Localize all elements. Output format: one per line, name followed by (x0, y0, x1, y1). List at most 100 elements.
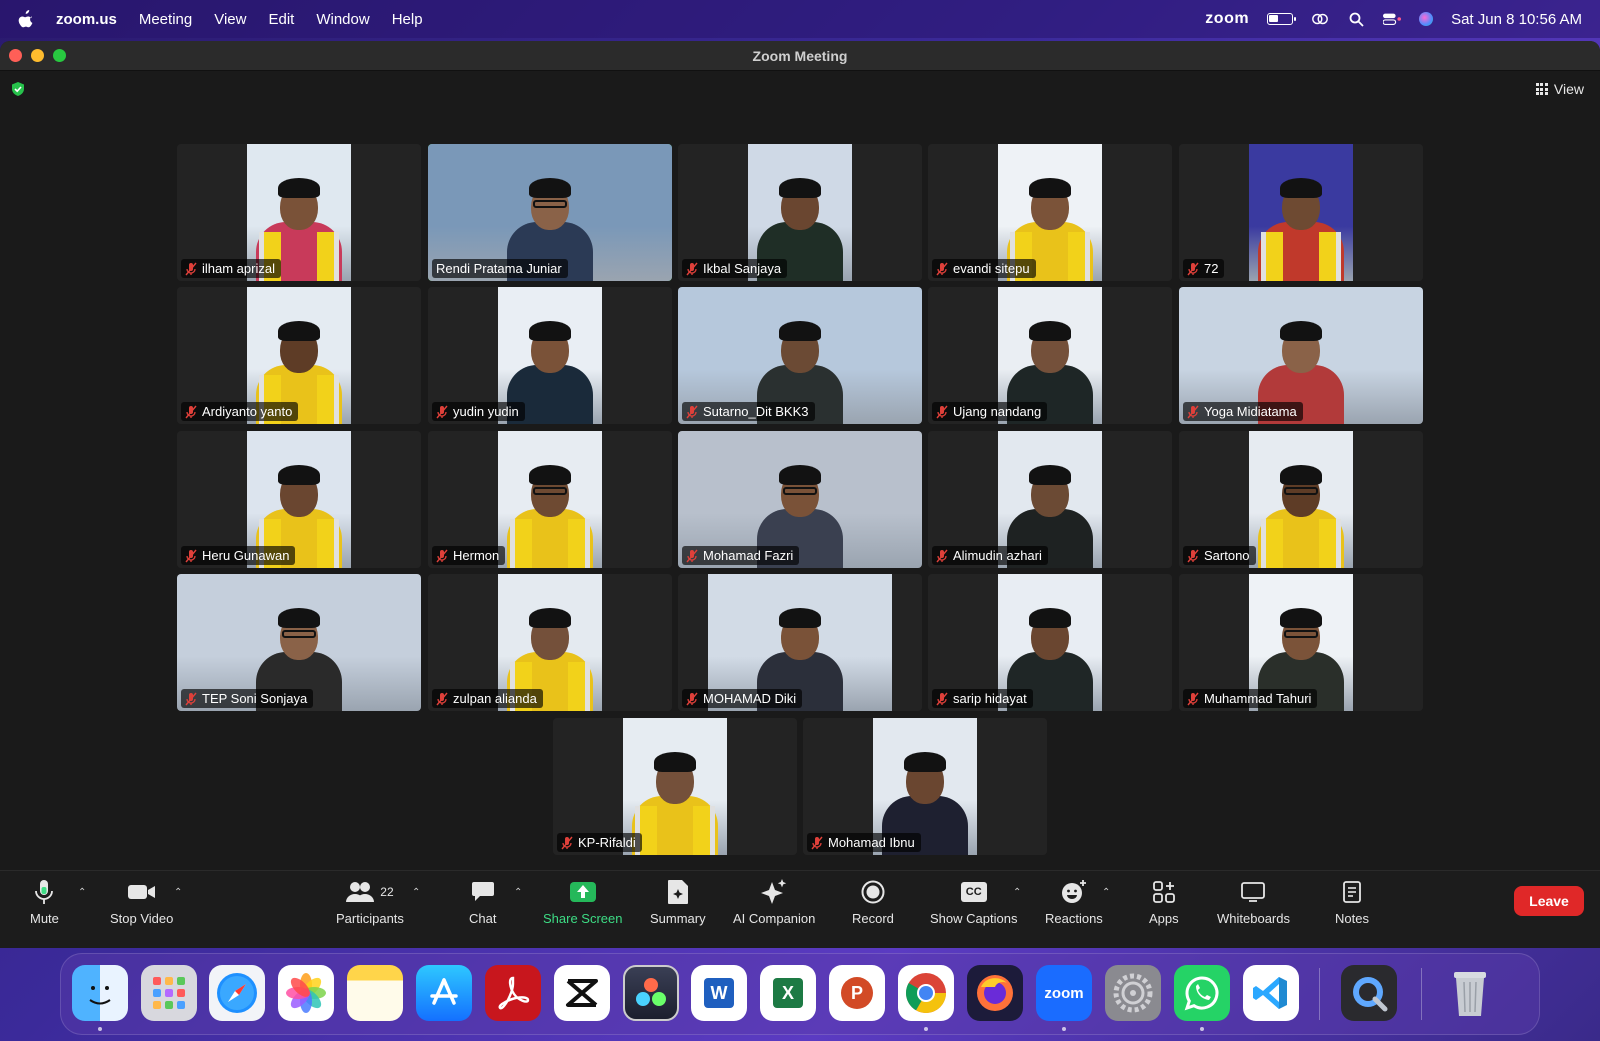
dock-separator (1421, 968, 1422, 1020)
dock-safari-icon[interactable] (209, 965, 265, 1021)
chat-button[interactable]: Chat (469, 877, 496, 926)
participant-name-label: Sartono (1183, 546, 1256, 565)
zoom-status-item[interactable]: zoom (1205, 10, 1249, 28)
participant-tile[interactable]: zulpan alianda (428, 574, 672, 711)
menu-window[interactable]: Window (316, 11, 369, 28)
apps-button[interactable]: Apps (1149, 877, 1179, 926)
participant-name: Sartono (1204, 548, 1250, 563)
participant-tile[interactable]: Muhammad Tahuri (1179, 574, 1423, 711)
ai-companion-button[interactable]: AI Companion (733, 877, 815, 926)
dock-launchpad-icon[interactable] (141, 965, 197, 1021)
participant-tile[interactable]: Hermon (428, 431, 672, 568)
mute-button[interactable]: Mute (30, 877, 59, 926)
reactions-smiley-icon (1060, 877, 1088, 907)
chat-options-chevron-icon[interactable]: ⌃ (514, 887, 522, 898)
menu-meeting[interactable]: Meeting (139, 11, 192, 28)
whiteboards-label: Whiteboards (1217, 911, 1290, 926)
participant-tile[interactable]: TEP Soni Sonjaya (177, 574, 421, 711)
participant-tile[interactable]: evandi sitepu (928, 144, 1172, 281)
record-button[interactable]: Record (852, 877, 894, 926)
audio-options-chevron-icon[interactable]: ⌃ (78, 887, 86, 898)
gallery-view: View ilham aprizal Rendi Pratama Juniar Ik… (0, 71, 1600, 870)
participants-button[interactable]: 22 Participants (336, 877, 404, 926)
menu-help[interactable]: Help (392, 11, 423, 28)
apps-label: Apps (1149, 911, 1179, 926)
show-captions-button[interactable]: CC Show Captions (930, 877, 1017, 926)
record-icon (861, 877, 885, 907)
participant-tile[interactable]: Rendi Pratama Juniar (428, 144, 672, 281)
dock-excel-icon[interactable]: X (760, 965, 816, 1021)
stop-video-button[interactable]: Stop Video (110, 877, 173, 926)
participants-icon: 22 (346, 877, 394, 907)
dock-vscode-icon[interactable] (1243, 965, 1299, 1021)
dock-trash-icon[interactable] (1442, 965, 1498, 1021)
participant-tile[interactable]: Yoga Midiatama (1179, 287, 1423, 424)
participant-name: Rendi Pratama Juniar (436, 261, 562, 276)
participant-name-label: Muhammad Tahuri (1183, 689, 1318, 708)
captions-options-chevron-icon[interactable]: ⌃ (1013, 887, 1021, 898)
menu-edit[interactable]: Edit (268, 11, 294, 28)
muted-microphone-icon (936, 549, 948, 562)
participant-tile[interactable]: KP-Rifaldi (553, 718, 797, 855)
participant-tile[interactable]: Heru Gunawan (177, 431, 421, 568)
menubar-clock[interactable]: Sat Jun 8 10:56 AM (1451, 11, 1582, 28)
dock-notes-icon[interactable] (347, 965, 403, 1021)
control-center-icon[interactable] (1383, 12, 1402, 26)
apple-icon[interactable] (18, 10, 34, 28)
participant-tile[interactable]: MOHAMAD Diki (678, 574, 922, 711)
view-button[interactable]: View (1535, 81, 1584, 97)
dock-whatsapp-icon[interactable] (1174, 965, 1230, 1021)
dock-word-icon[interactable]: W (691, 965, 747, 1021)
muted-microphone-icon (185, 262, 197, 275)
participant-tile[interactable]: Ardiyanto yanto (177, 287, 421, 424)
powerpoint-badge: P (841, 977, 873, 1009)
participant-tile[interactable]: Mohamad Fazri (678, 431, 922, 568)
participant-tile[interactable]: Sutarno_Dit BKK3 (678, 287, 922, 424)
participant-tile[interactable]: Ujang nandang (928, 287, 1172, 424)
dock-finder-icon[interactable] (72, 965, 128, 1021)
participant-tile[interactable]: Sartono (1179, 431, 1423, 568)
dock-zoom-icon[interactable]: zoom (1036, 965, 1092, 1021)
battery-icon[interactable] (1267, 13, 1297, 25)
summary-button[interactable]: Summary (650, 877, 706, 926)
participant-tile[interactable]: sarip hidayat (928, 574, 1172, 711)
dock-powerpoint-icon[interactable]: P (829, 965, 885, 1021)
dock-capcut-icon[interactable] (554, 965, 610, 1021)
app-menu[interactable]: zoom.us (56, 11, 117, 28)
dock-running-indicator (1200, 1027, 1204, 1031)
security-shield-icon[interactable] (10, 81, 26, 97)
meeting-controls: Mute ⌃ Stop Video ⌃ 22 Participants ⌃ Ch… (0, 870, 1600, 948)
dock-quicktime-icon[interactable] (1341, 965, 1397, 1021)
participants-label: Participants (336, 911, 404, 926)
reactions-button[interactable]: Reactions (1045, 877, 1103, 926)
dock-firefox-icon[interactable] (967, 965, 1023, 1021)
notes-button[interactable]: Notes (1335, 877, 1369, 926)
menu-view[interactable]: View (214, 11, 246, 28)
siri-icon[interactable] (1419, 12, 1434, 26)
macos-dock: W X P zoom (60, 953, 1540, 1035)
participant-tile[interactable]: 72 (1179, 144, 1423, 281)
dock-acrobat-icon[interactable] (485, 965, 541, 1021)
spotlight-search-icon[interactable] (1347, 12, 1365, 27)
dock-system-settings-icon[interactable] (1105, 965, 1161, 1021)
dock-chrome-icon[interactable] (898, 965, 954, 1021)
reactions-options-chevron-icon[interactable]: ⌃ (1102, 887, 1110, 898)
participant-tile[interactable]: Ikbal Sanjaya (678, 144, 922, 281)
chat-bubble-icon (471, 877, 495, 907)
dock-app-store-icon[interactable] (416, 965, 472, 1021)
whiteboards-button[interactable]: Whiteboards (1217, 877, 1290, 926)
participant-tile[interactable]: Alimudin azhari (928, 431, 1172, 568)
participant-tile[interactable]: ilham aprizal (177, 144, 421, 281)
participant-name: sarip hidayat (953, 691, 1027, 706)
participant-tile[interactable]: Mohamad Ibnu (803, 718, 1047, 855)
video-options-chevron-icon[interactable]: ⌃ (174, 887, 182, 898)
muted-microphone-icon (936, 262, 948, 275)
share-screen-button[interactable]: Share Screen (543, 877, 623, 926)
participants-options-chevron-icon[interactable]: ⌃ (412, 887, 420, 898)
dock-davinci-resolve-icon[interactable] (623, 965, 679, 1021)
grid-icon (1535, 83, 1548, 95)
dock-photos-icon[interactable] (278, 965, 334, 1021)
leave-button[interactable]: Leave (1514, 886, 1584, 916)
participant-tile[interactable]: yudin yudin (428, 287, 672, 424)
screen-mirroring-icon[interactable] (1311, 12, 1329, 26)
